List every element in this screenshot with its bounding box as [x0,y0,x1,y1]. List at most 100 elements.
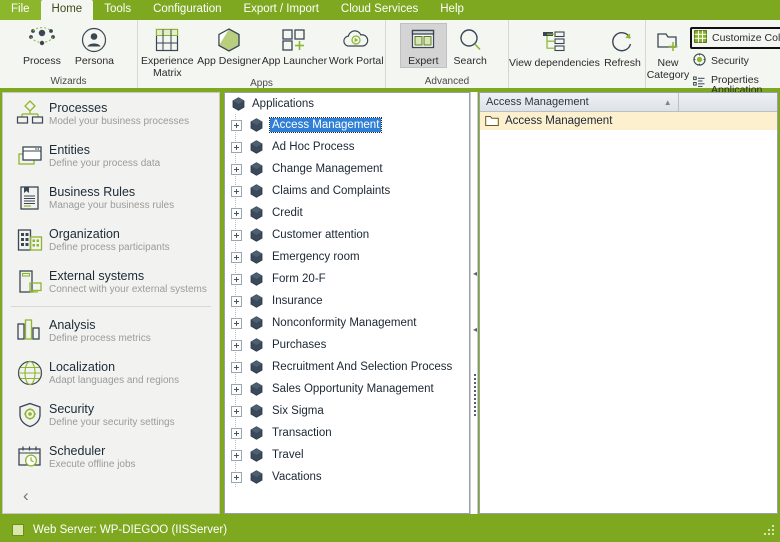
ribbon-button-refresh[interactable]: Refresh [600,23,645,69]
tree-item-label[interactable]: Access Management [268,117,383,133]
tree-row[interactable]: Form 20-F [226,268,468,290]
menu-item-configuration[interactable]: Configuration [142,0,232,20]
ribbon-button-work-portal-label: Work Portal [328,55,384,67]
ribbon-button-process[interactable]: Process [16,23,68,67]
splitter-grip[interactable] [474,374,476,418]
ribbon-button-app-designer[interactable]: App Designer [197,23,262,67]
grid-column-header-name[interactable]: Access Management ▲ [480,93,679,112]
tree-item-label[interactable]: Sales Opportunity Management [270,382,436,396]
tree-row[interactable]: Claims and Complaints [226,180,468,202]
sidebar-item-analysis[interactable]: Analysis Define process metrics [3,310,219,352]
tree-row[interactable]: Access Management [226,114,468,136]
expand-icon[interactable] [231,273,242,285]
security-label: Security [711,55,749,67]
customize-columns-button[interactable]: Customize Columns [690,27,780,49]
tree-row[interactable]: Change Management [226,158,468,180]
expand-icon[interactable] [231,427,242,439]
ribbon-button-app-launcher[interactable]: App Launcher [261,23,327,67]
menu-item-home[interactable]: Home [40,0,94,20]
menu-item-file[interactable]: File [0,0,41,20]
ribbon-button-new-category[interactable]: New Category [646,23,689,81]
expand-icon[interactable] [231,295,242,307]
menu-item-tools[interactable]: Tools [93,0,142,20]
expand-icon[interactable] [231,185,242,197]
sidebar-item-organization[interactable]: Organization Define process participants [3,219,219,261]
expand-icon[interactable] [231,163,242,175]
tree-item-label[interactable]: Nonconformity Management [270,316,418,330]
expand-icon[interactable] [231,361,242,373]
tree-item-label[interactable]: Form 20-F [270,272,328,286]
tree-row[interactable]: Recruitment And Selection Process [226,356,468,378]
tree-item-label[interactable]: Change Management [270,162,385,176]
tree-item-label[interactable]: Insurance [270,294,325,308]
expand-icon[interactable] [231,317,242,329]
tree-item-label[interactable]: Purchases [270,338,328,352]
menu-item-help[interactable]: Help [429,0,475,20]
security-button[interactable]: Security [690,51,780,71]
sidebar-item-scheduler[interactable]: Scheduler Execute offline jobs [3,436,219,478]
tree-item-label[interactable]: Credit [270,206,305,220]
sidebar-item-localization[interactable]: Localization Adapt languages and regions [3,352,219,394]
menu-item-cloud-services[interactable]: Cloud Services [330,0,429,20]
ribbon-button-persona[interactable]: Persona [68,23,121,67]
ribbon-button-work-portal[interactable]: Work Portal [327,23,385,67]
menu-item-export-import[interactable]: Export / Import [232,0,329,20]
ribbon-button-experience-matrix[interactable]: Experience Matrix [138,23,197,79]
sidebar-item-analysis-subtitle: Define process metrics [49,332,151,344]
expand-icon[interactable] [231,119,242,131]
sidebar-collapse-button[interactable]: ‹ [3,478,219,513]
ribbon-button-expert[interactable]: Expert [400,23,447,68]
expand-icon[interactable] [231,339,242,351]
tree-row[interactable]: Insurance [226,290,468,312]
sidebar-item-external-systems-title: External systems [49,268,145,283]
tree-row[interactable]: Sales Opportunity Management [226,378,468,400]
ribbon-button-view-dependencies[interactable]: View dependencies [509,23,600,69]
tree-item-label[interactable]: Transaction [270,426,334,440]
persona-icon [80,25,108,55]
tree-item-label[interactable]: Recruitment And Selection Process [270,360,454,374]
tree-item-label[interactable]: Ad Hoc Process [270,140,356,154]
expand-icon[interactable] [231,471,242,483]
expand-icon[interactable] [231,229,242,241]
tree-row[interactable]: Vacations [226,466,468,488]
tree-row[interactable]: Credit [226,202,468,224]
tree-root-applications[interactable]: Applications [226,94,468,114]
sidebar-item-scheduler-title: Scheduler [49,443,106,458]
tree-row[interactable]: Customer attention [226,224,468,246]
expand-icon[interactable] [231,251,242,263]
ribbon-small-commands: Customize Columns [686,23,780,97]
tree-row[interactable]: Nonconformity Management [226,312,468,334]
expand-icon[interactable] [231,141,242,153]
tree-row[interactable]: Emergency room [226,246,468,268]
splitter-collapse-up-icon[interactable]: ◂ [472,270,478,278]
tree-item-label[interactable]: Travel [270,448,306,462]
tree-item-label[interactable]: Six Sigma [270,404,326,418]
sort-ascending-icon[interactable]: ▲ [664,98,672,107]
tree-item-label[interactable]: Emergency room [270,250,362,264]
tree-row[interactable]: Ad Hoc Process [226,136,468,158]
expand-icon[interactable] [231,449,242,461]
tree-row[interactable]: Transaction [226,422,468,444]
expand-icon[interactable] [231,207,242,219]
sidebar-item-external-systems[interactable]: External systems Connect with your exter… [3,261,219,303]
ribbon-button-search[interactable]: Search [447,23,494,67]
tree-item-label[interactable]: Vacations [270,470,324,484]
sidebar-item-business-rules[interactable]: Business Rules Manage your business rule… [3,177,219,219]
sidebar-item-entities[interactable]: Entities Define your process data [3,135,219,177]
expand-icon[interactable] [231,383,242,395]
resize-grip[interactable] [762,525,776,539]
sidebar-item-security[interactable]: Security Define your security settings [3,394,219,436]
tree-item-label[interactable]: Customer attention [270,228,371,242]
tree-row[interactable]: Six Sigma [226,400,468,422]
splitter-collapse-down-icon[interactable]: ◂ [472,326,478,334]
panel-splitter[interactable]: ◂ ◂ [470,92,478,514]
sidebar-item-processes[interactable]: Processes Model your business processes [3,93,219,135]
grid-column-header-empty[interactable] [678,93,777,112]
tree-item-label[interactable]: Claims and Complaints [270,184,392,198]
tree-row[interactable]: Purchases [226,334,468,356]
tree-row[interactable]: Travel [226,444,468,466]
ribbon-button-refresh-label: Refresh [604,57,641,69]
expand-icon[interactable] [231,405,242,417]
ribbon-group-advanced: Expert Search Advanced [385,20,508,88]
table-row[interactable]: Access Management [480,112,777,130]
